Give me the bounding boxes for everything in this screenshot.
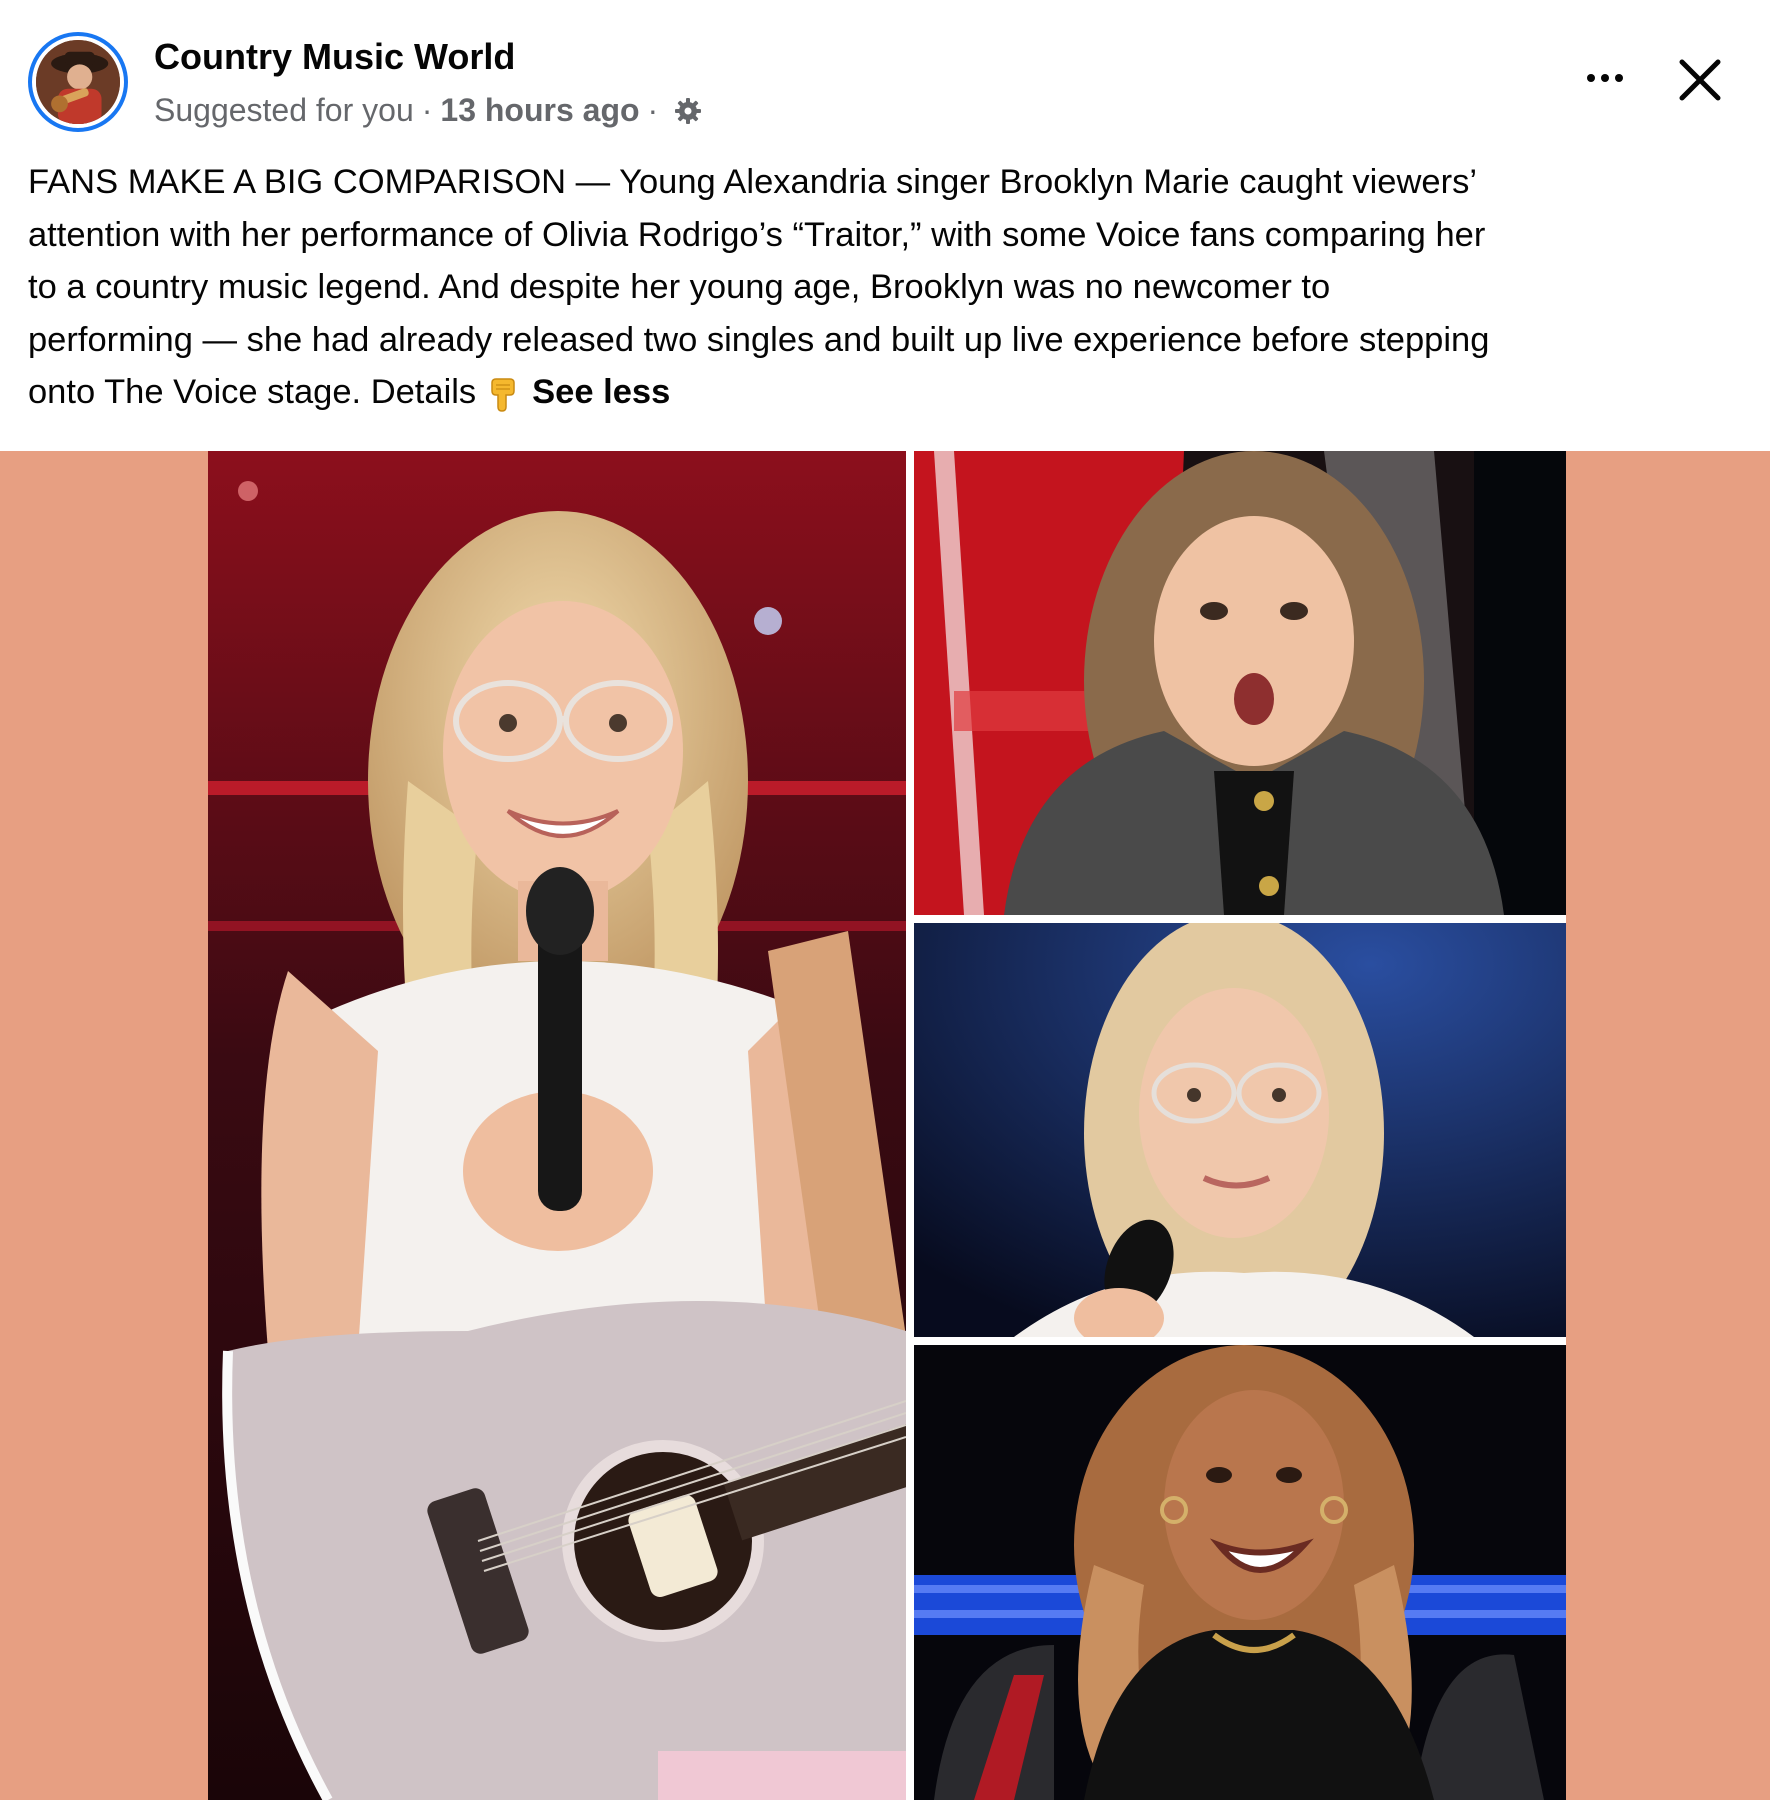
photo-coach-reaction-2[interactable] xyxy=(914,1345,1566,1800)
gear-icon[interactable] xyxy=(672,95,704,127)
post-message: FANS MAKE A BIG COMPARISON — Young Alexa… xyxy=(28,156,1748,419)
more-options-dot xyxy=(1601,74,1609,82)
page-avatar[interactable] xyxy=(28,32,128,132)
pointing-down-emoji-icon xyxy=(484,373,524,413)
post-text-line: attention with her performance of Olivia… xyxy=(28,215,1486,254)
post-header: Country Music World Suggested for you · … xyxy=(0,0,1770,150)
photo-coach-reaction-1[interactable] xyxy=(914,451,1566,915)
facebook-post: Country Music World Suggested for you · … xyxy=(0,0,1770,1800)
see-less-link[interactable]: See less xyxy=(532,373,670,411)
meta-separator: · xyxy=(421,92,433,128)
page-name[interactable]: Country Music World xyxy=(154,36,515,78)
photo-collage[interactable] xyxy=(208,451,1566,1800)
post-media[interactable] xyxy=(0,451,1770,1800)
more-options-dot xyxy=(1615,74,1623,82)
photo-performer-guitar[interactable] xyxy=(208,451,906,1800)
post-text-line: to a country music legend. And despite h… xyxy=(28,268,1331,306)
post-meta: Suggested for you · 13 hours ago · xyxy=(154,92,704,129)
photo-singer-closeup[interactable] xyxy=(914,923,1566,1337)
post-text-line: performing — she had already released tw… xyxy=(28,320,1490,359)
avatar-image xyxy=(36,40,120,124)
post-text-line: onto The Voice stage. Details xyxy=(28,373,477,411)
avatar-illustration xyxy=(36,40,120,124)
suggested-label: Suggested for you xyxy=(154,92,414,128)
post-timestamp[interactable]: 13 hours ago xyxy=(440,92,639,129)
more-options-icon xyxy=(1587,74,1595,82)
post-text-line-last: onto The Voice stage. Details See less xyxy=(28,366,1748,419)
meta-separator-2: · xyxy=(647,92,659,128)
close-icon xyxy=(1679,59,1721,101)
post-text-line: FANS MAKE A BIG COMPARISON — Young Alexa… xyxy=(28,163,1477,201)
close-button[interactable] xyxy=(1672,52,1728,108)
more-options-button[interactable] xyxy=(1580,58,1630,98)
